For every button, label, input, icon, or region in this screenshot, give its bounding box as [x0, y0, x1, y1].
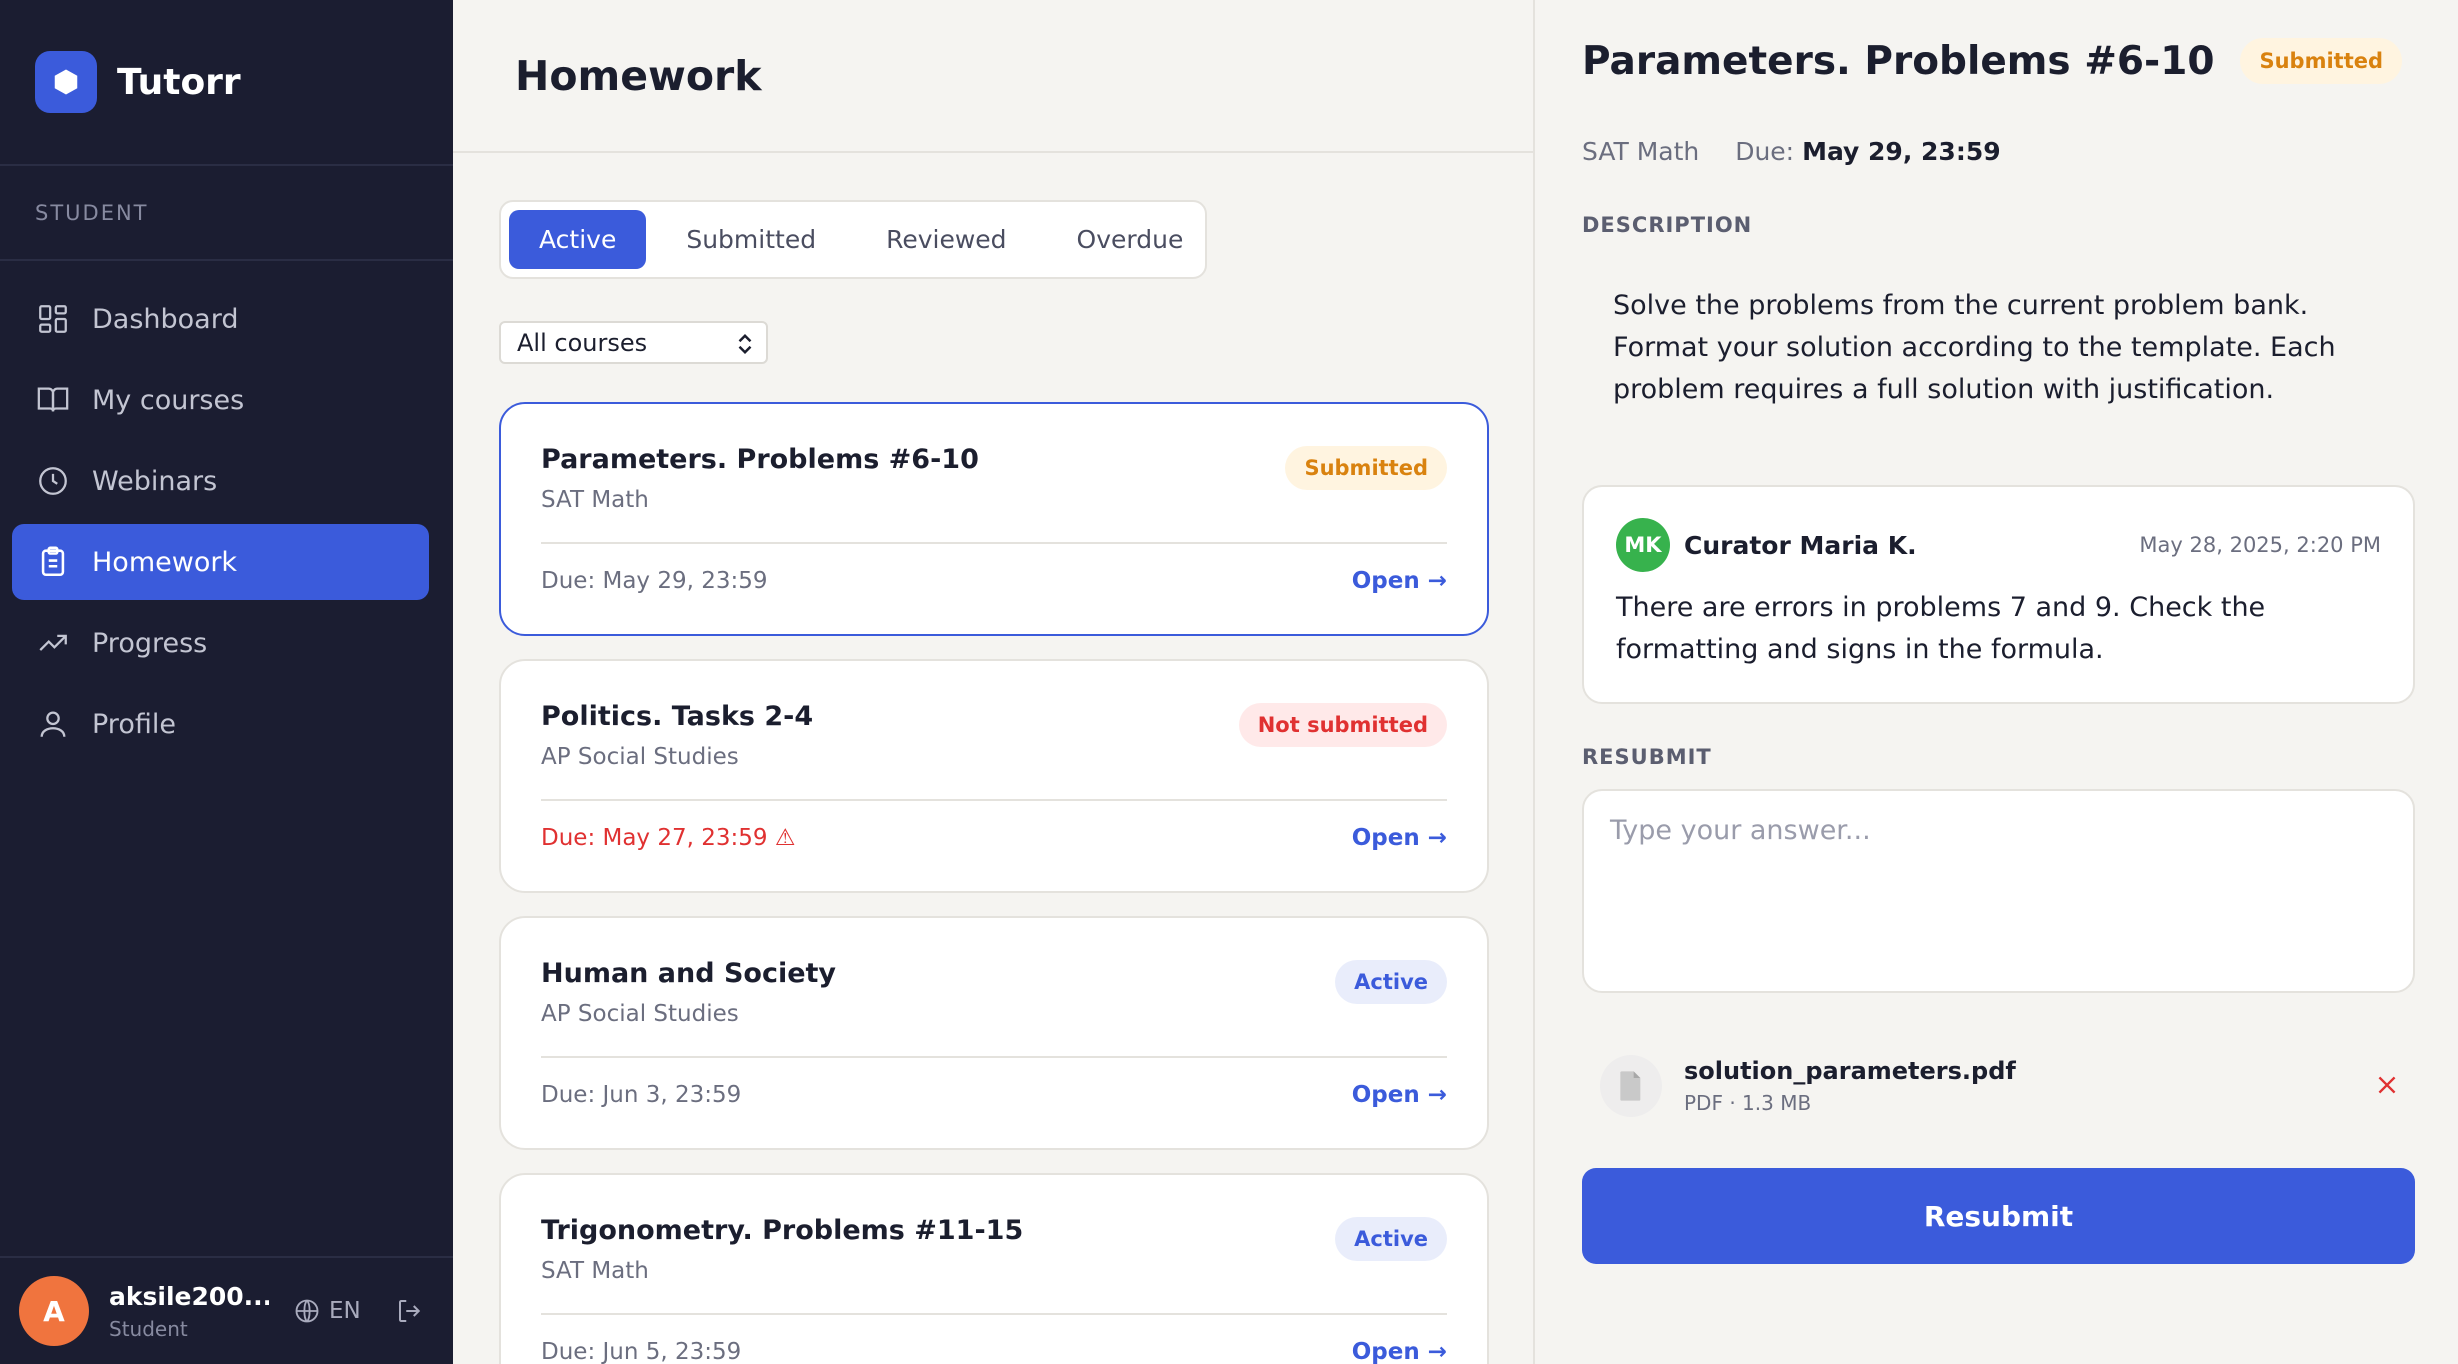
user-bar: A aksile200... Student EN [0, 1256, 453, 1364]
status-badge: Not submitted [1238, 703, 1447, 747]
resubmit-label: RESUBMIT [1582, 745, 1712, 769]
homework-card[interactable]: Politics. Tasks 2-4 AP Social Studies No… [499, 659, 1489, 893]
language-label: EN [329, 1298, 361, 1324]
sidebar-item-homework[interactable]: Homework [12, 524, 429, 600]
sidebar-item-label: Profile [92, 708, 176, 740]
sidebar-item-label: Homework [92, 546, 238, 578]
card-title: Human and Society [541, 958, 837, 989]
card-course: SAT Math [541, 1258, 649, 1284]
sidebar-item-label: Progress [92, 627, 208, 659]
card-due-date: Due: Jun 3, 23:59 [541, 1082, 742, 1108]
homework-cards: Parameters. Problems #6-10 SAT Math Subm… [499, 402, 1489, 1364]
page-header: Homework [453, 0, 1533, 153]
sidebar-item-profile[interactable]: Profile [12, 686, 429, 762]
tab-overdue[interactable]: Overdue [1047, 210, 1214, 269]
detail-course: SAT Math [1582, 137, 1700, 166]
card-course: AP Social Studies [541, 744, 739, 770]
dashboard-icon [39, 305, 67, 333]
book-icon [37, 387, 69, 412]
brand[interactable]: Tutorr [0, 0, 453, 166]
open-link[interactable]: Open → [1352, 1082, 1447, 1108]
comment-text: There are errors in problems 7 and 9. Ch… [1616, 592, 2266, 665]
chevron-up-down-icon [738, 333, 752, 355]
trending-up-icon [39, 634, 67, 651]
page-title: Homework [515, 51, 762, 100]
answer-field[interactable] [1582, 789, 2415, 993]
comment-date: May 28, 2025, 2:20 PM [2139, 533, 2381, 557]
close-icon[interactable] [2374, 1072, 2400, 1098]
sidebar-item-label: Webinars [92, 465, 218, 497]
file-icon [1600, 1055, 1662, 1117]
globe-icon [295, 1299, 319, 1323]
user-icon [40, 711, 66, 737]
sidebar-item-webinars[interactable]: Webinars [12, 443, 429, 519]
card-divider [541, 1056, 1447, 1058]
card-due-date: Due: Jun 5, 23:59 [541, 1339, 742, 1364]
tab-submitted[interactable]: Submitted [656, 210, 846, 269]
sidebar: Tutorr STUDENT Dashboard My courses Webi… [0, 0, 453, 1364]
logout-icon[interactable] [395, 1296, 425, 1326]
detail-due-label: Due: [1735, 137, 1795, 166]
resubmit-button[interactable]: Resubmit [1582, 1168, 2415, 1264]
homework-detail-panel: Parameters. Problems #6-10 Submitted SAT… [1535, 0, 2458, 1364]
sidebar-item-my-courses[interactable]: My courses [12, 362, 429, 438]
file-name: solution_parameters.pdf [1684, 1057, 2016, 1085]
comment-header: MK Curator Maria K. May 28, 2025, 2:20 P… [1616, 517, 2381, 573]
detail-due-value: May 29, 23:59 [1802, 137, 2001, 166]
detail-meta: SAT Math Due: May 29, 23:59 [1582, 137, 2001, 166]
sidebar-item-dashboard[interactable]: Dashboard [12, 281, 429, 357]
card-divider [541, 799, 1447, 801]
logo-icon [35, 51, 97, 113]
sidebar-nav: Dashboard My courses Webinars Homework P… [0, 281, 453, 762]
sidebar-item-label: Dashboard [92, 303, 239, 335]
status-tabs: Active Submitted Reviewed Overdue [499, 200, 1207, 279]
homework-card[interactable]: Trigonometry. Problems #11-15 SAT Math A… [499, 1173, 1489, 1364]
status-badge: Active [1335, 1217, 1447, 1261]
detail-title: Parameters. Problems #6-10 [1582, 38, 2215, 84]
card-title: Trigonometry. Problems #11-15 [541, 1215, 1024, 1246]
open-link[interactable]: Open → [1352, 825, 1447, 851]
sidebar-item-label: My courses [92, 384, 245, 416]
card-divider [541, 1313, 1447, 1315]
clock-icon [39, 467, 67, 495]
description-text: Solve the problems from the current prob… [1613, 290, 2336, 405]
status-badge: Submitted [2240, 38, 2403, 84]
detail-header: Parameters. Problems #6-10 Submitted [1582, 38, 2403, 84]
avatar: MK [1616, 518, 1670, 572]
course-filter-value: All courses [517, 328, 648, 357]
homework-card[interactable]: Human and Society AP Social Studies Acti… [499, 916, 1489, 1150]
card-due-date: Due: May 27, 23:59 ⚠ [541, 825, 796, 851]
language-switcher[interactable]: EN [293, 1297, 361, 1325]
status-badge: Submitted [1285, 446, 1447, 490]
course-filter-select[interactable]: All courses [499, 321, 768, 364]
homework-card[interactable]: Parameters. Problems #6-10 SAT Math Subm… [499, 402, 1489, 636]
file-meta: PDF · 1.3 MB [1684, 1091, 1812, 1115]
tab-active[interactable]: Active [509, 210, 647, 269]
attached-file: solution_parameters.pdf PDF · 1.3 MB [1600, 1050, 2400, 1122]
curator-comment: MK Curator Maria K. May 28, 2025, 2:20 P… [1582, 485, 2415, 704]
comment-author: Curator Maria K. [1684, 530, 1917, 560]
clipboard-icon [41, 546, 65, 577]
tab-reviewed[interactable]: Reviewed [856, 210, 1036, 269]
app-name: Tutorr [117, 61, 241, 103]
file-info: solution_parameters.pdf PDF · 1.3 MB [1684, 1057, 2016, 1115]
open-link[interactable]: Open → [1352, 568, 1447, 594]
user-name: aksile200... [109, 1281, 269, 1311]
sidebar-section-label: STUDENT [0, 166, 453, 261]
sidebar-item-progress[interactable]: Progress [12, 605, 429, 681]
homework-list-panel: Homework Active Submitted Reviewed Overd… [453, 0, 1535, 1364]
card-divider [541, 542, 1447, 544]
status-badge: Active [1335, 960, 1447, 1004]
open-link[interactable]: Open → [1352, 1339, 1447, 1364]
card-course: AP Social Studies [541, 1001, 739, 1027]
description-label: DESCRIPTION [1582, 213, 1753, 237]
user-info: aksile200... Student [109, 1282, 269, 1341]
avatar[interactable]: A [19, 1276, 89, 1346]
user-role: Student [109, 1316, 188, 1341]
card-due-date: Due: May 29, 23:59 [541, 568, 768, 594]
card-course: SAT Math [541, 487, 649, 513]
